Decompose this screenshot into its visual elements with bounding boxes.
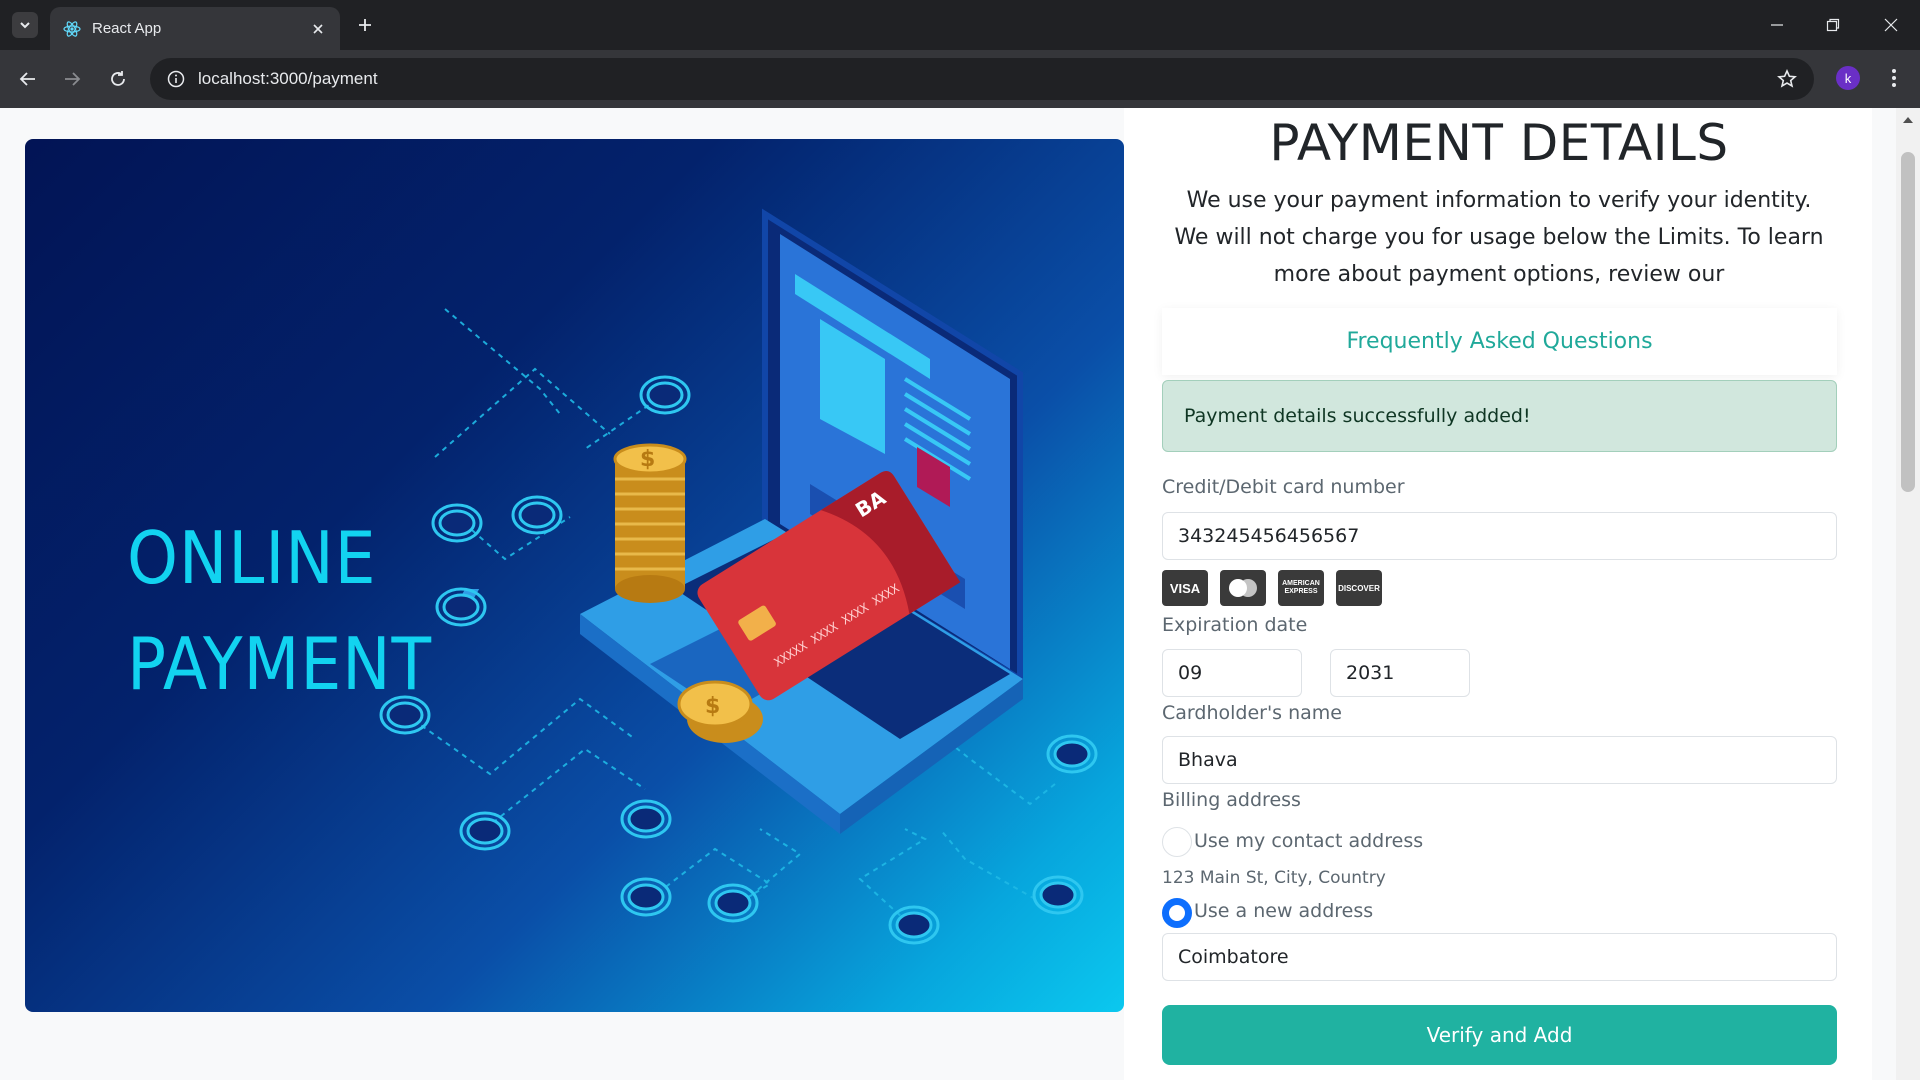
hero-line-online: ONLINE <box>127 516 377 600</box>
exp-year-input[interactable]: 2031 <box>1330 649 1470 697</box>
online-payment-illustration: XXXXX XXXX XXXX XXXX BA $ $ ONLINE PAYME… <box>25 139 1124 1012</box>
tab-react-app[interactable]: React App <box>50 7 340 50</box>
percent-icon <box>888 905 940 945</box>
url-text: localhost:3000/payment <box>198 69 378 88</box>
hero-heading: ONLINE PAYMENT <box>127 505 432 717</box>
success-alert: Payment details successfully added! <box>1162 380 1837 452</box>
radio-new-address[interactable] <box>1162 898 1192 928</box>
tab-title: React App <box>92 20 162 37</box>
radio-contact-address[interactable] <box>1162 827 1192 857</box>
page-scrollbar[interactable] <box>1896 108 1920 1080</box>
faq-card: Frequently Asked Questions <box>1162 308 1837 375</box>
exp-month-input[interactable]: 09 <box>1162 649 1302 697</box>
kebab-menu-icon[interactable] <box>1882 64 1906 92</box>
minimize-icon[interactable] <box>1748 0 1806 50</box>
radio-new-label[interactable]: Use a new address <box>1194 900 1373 922</box>
contact-address-text: 123 Main St, City, Country <box>1162 868 1386 888</box>
billing-address-label: Billing address <box>1162 789 1301 811</box>
tab-strip: React App <box>0 0 1920 50</box>
back-arrow-icon[interactable] <box>14 65 42 93</box>
tablet-icon <box>639 375 691 415</box>
star-icon[interactable] <box>1776 68 1798 90</box>
page-viewport: XXXXX XXXX XXXX XXXX BA $ $ ONLINE PAYME… <box>0 108 1920 1080</box>
radio-contact-label[interactable]: Use my contact address <box>1194 830 1423 852</box>
expiration-label: Expiration date <box>1162 614 1308 636</box>
profile-avatar[interactable]: k <box>1836 66 1860 90</box>
visa-logo: VISA <box>1162 570 1208 606</box>
globe-icon-2 <box>1046 734 1098 774</box>
browser-toolbar: localhost:3000/payment <box>0 50 1920 108</box>
page-title: PAYMENT DETAILS <box>1269 114 1729 172</box>
new-address-input[interactable]: Coimbatore <box>1162 933 1837 981</box>
scroll-up-icon[interactable] <box>1901 114 1915 126</box>
forward-arrow-icon[interactable] <box>58 65 86 93</box>
card-icon <box>1032 875 1084 915</box>
pen-icon <box>431 503 483 543</box>
gear-icon <box>435 587 487 627</box>
card-number-label: Credit/Debit card number <box>1162 476 1405 498</box>
restore-icon[interactable] <box>1804 0 1862 50</box>
tab-list-icon[interactable] <box>12 12 38 38</box>
cardholder-input[interactable]: Bhava <box>1162 736 1837 784</box>
svg-text:$: $ <box>640 447 655 472</box>
faq-link[interactable]: Frequently Asked Questions <box>1346 329 1652 354</box>
payment-description: We use your payment information to verif… <box>1174 188 1824 287</box>
left-column: XXXXX XXXX XXXX XXXX BA $ $ ONLINE PAYME… <box>0 108 1124 1080</box>
scroll-thumb[interactable] <box>1901 152 1915 492</box>
react-favicon-icon <box>62 19 82 39</box>
card-logos: VISA AMERICAN EXPRESS DISCOVER <box>1162 570 1382 608</box>
cardholder-label: Cardholder's name <box>1162 702 1342 724</box>
plus-icon[interactable] <box>352 12 378 38</box>
reload-icon[interactable] <box>104 65 132 93</box>
close-window-icon[interactable] <box>1862 0 1920 50</box>
info-icon[interactable] <box>154 58 198 100</box>
mastercard-logo <box>1220 570 1266 606</box>
payment-form-panel: PAYMENT DETAILS We use your payment info… <box>1124 108 1872 1080</box>
close-icon[interactable] <box>308 19 328 39</box>
tablet-icon-2 <box>707 883 759 923</box>
chart-icon <box>511 495 563 535</box>
globe-icon <box>620 799 672 839</box>
amex-logo: AMERICAN EXPRESS <box>1278 570 1324 606</box>
svg-text:$: $ <box>705 694 720 719</box>
at-icon <box>620 877 672 917</box>
verify-and-add-button[interactable]: Verify and Add <box>1162 1005 1837 1065</box>
pie-chart-icon <box>459 811 511 851</box>
hero-line-payment: PAYMENT <box>127 622 433 706</box>
address-bar[interactable]: localhost:3000/payment <box>150 58 1814 100</box>
card-number-input[interactable]: 343245456456567 <box>1162 512 1837 560</box>
discover-logo: DISCOVER <box>1336 570 1382 606</box>
